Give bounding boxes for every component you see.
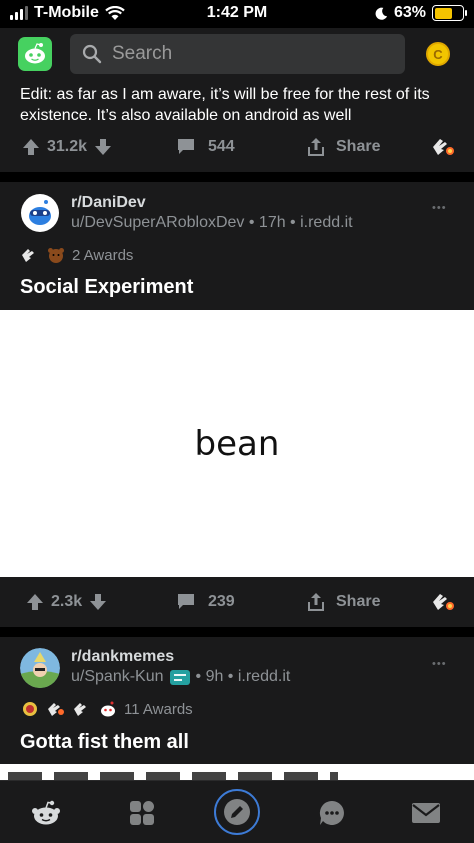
search-input[interactable]: Search xyxy=(70,34,405,74)
upvote-icon[interactable] xyxy=(22,138,40,156)
upvote-count: 31.2k xyxy=(47,138,88,155)
gift-award-hand-icon xyxy=(433,139,454,155)
post-body-text: Edit: as far as I am aware, it’s will be… xyxy=(20,86,430,124)
post-meta-tail: • 9h • i.redd.it xyxy=(195,668,291,685)
peek-text-fragment xyxy=(8,772,338,780)
create-post-button[interactable] xyxy=(214,789,260,835)
search-icon xyxy=(82,44,102,64)
post-actions-bar: 2.3k 239 Share xyxy=(0,587,474,617)
user-flair-icon xyxy=(169,669,190,685)
awards-count: 2 Awards xyxy=(72,246,134,264)
comment-icon xyxy=(178,139,194,154)
search-placeholder: Search xyxy=(112,43,173,64)
hand-award-icon xyxy=(22,249,34,262)
vote-controls: 31.2k xyxy=(22,138,112,156)
tab-home[interactable] xyxy=(26,795,66,831)
bottom-tab-bar xyxy=(0,780,474,843)
share-button[interactable]: Share xyxy=(306,592,380,612)
comment-icon xyxy=(178,594,194,609)
post-preview-peek xyxy=(0,764,474,780)
post-meta[interactable]: u/Spank-Kun • 9h • i.redd.it xyxy=(71,668,290,686)
hand-award-icon xyxy=(74,703,86,716)
wholesome-award-icon xyxy=(23,702,37,716)
do-not-disturb-moon-icon xyxy=(375,7,388,20)
share-icon xyxy=(308,138,324,156)
share-label: Share xyxy=(336,138,381,155)
feed-gap xyxy=(0,627,474,637)
post-meta[interactable]: u/DevSuperARobloxDev • 17h • i.redd.it xyxy=(71,214,353,232)
comments-button[interactable]: 239 xyxy=(176,593,235,611)
comment-count: 239 xyxy=(208,593,235,610)
post-image-text: bean xyxy=(194,423,280,464)
coin-icon[interactable]: C xyxy=(426,42,450,66)
tab-inbox[interactable] xyxy=(406,795,446,831)
bear-award-icon xyxy=(48,248,64,263)
tab-communities[interactable] xyxy=(122,795,162,831)
post-actions-bar: 31.2k 544 Share xyxy=(0,132,474,162)
subreddit-name[interactable]: r/dankmemes xyxy=(71,648,174,666)
share-button[interactable]: Share xyxy=(306,137,380,157)
post-image[interactable]: bean xyxy=(0,310,474,577)
share-icon xyxy=(308,593,324,611)
status-right: 63% xyxy=(375,4,467,22)
snoo-avatar-icon[interactable] xyxy=(18,37,52,71)
status-bar: T-Mobile 1:42 PM 63% xyxy=(0,0,474,28)
subreddit-name[interactable]: r/DaniDev xyxy=(71,194,146,212)
comments-button[interactable]: 544 xyxy=(176,138,235,156)
chat-icon xyxy=(319,800,344,825)
snoo-award-icon xyxy=(101,701,115,717)
tab-chat[interactable] xyxy=(312,795,352,831)
communities-icon xyxy=(130,801,154,825)
downvote-icon[interactable] xyxy=(89,593,107,611)
award-button[interactable] xyxy=(430,590,456,614)
vote-controls: 2.3k xyxy=(26,593,107,611)
app-header: Search C xyxy=(0,28,474,80)
upvote-count: 2.3k xyxy=(51,593,83,610)
battery-fill xyxy=(434,7,452,19)
comment-count: 544 xyxy=(208,138,235,155)
create-post-icon xyxy=(224,799,250,825)
battery-icon xyxy=(432,5,467,21)
more-options-icon[interactable]: ••• xyxy=(432,658,447,670)
inbox-icon xyxy=(412,803,440,823)
subreddit-avatar[interactable] xyxy=(20,193,60,233)
feed-gap xyxy=(0,172,474,182)
gift-award-hand-icon xyxy=(48,703,64,716)
post-title[interactable]: Social Experiment xyxy=(20,276,193,299)
more-options-icon[interactable]: ••• xyxy=(432,202,447,214)
downvote-icon[interactable] xyxy=(94,138,112,156)
award-button[interactable] xyxy=(430,135,456,159)
home-icon xyxy=(32,800,60,825)
awards-count: 11 Awards xyxy=(124,700,193,718)
share-label: Share xyxy=(336,593,381,610)
gift-award-hand-icon xyxy=(433,594,454,610)
post-title[interactable]: Gotta fist them all xyxy=(20,731,189,754)
awards-row[interactable]: 11 Awards xyxy=(20,700,193,718)
awards-row[interactable]: 2 Awards xyxy=(20,246,133,264)
subreddit-avatar[interactable] xyxy=(20,648,60,688)
battery-percent: 63% xyxy=(393,4,426,21)
post-author[interactable]: u/Spank-Kun xyxy=(71,668,164,686)
upvote-icon[interactable] xyxy=(26,593,44,611)
